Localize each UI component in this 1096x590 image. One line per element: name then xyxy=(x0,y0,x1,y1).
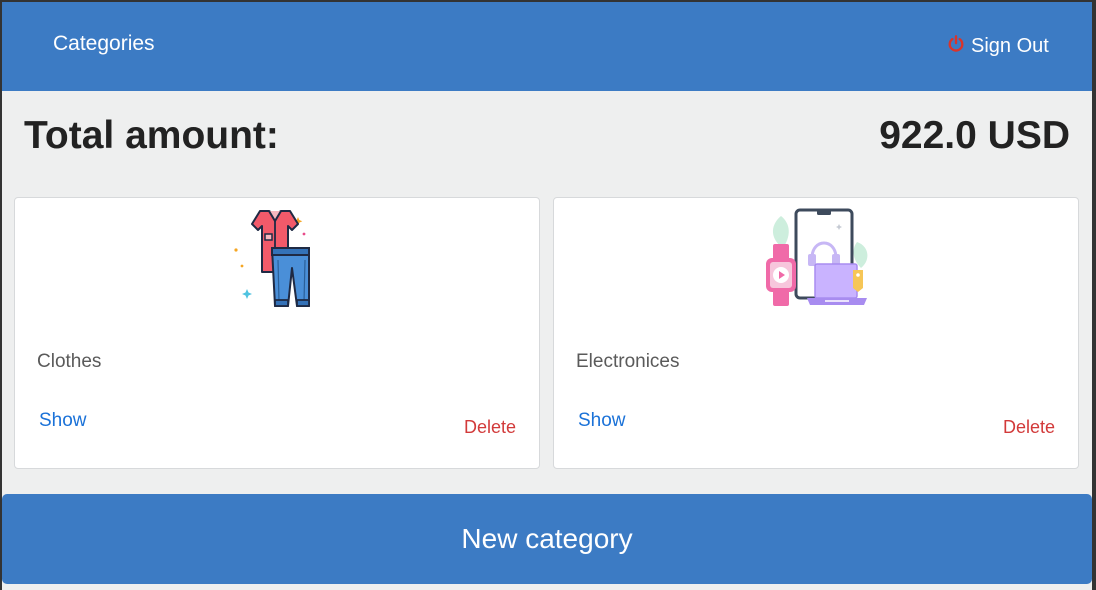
total-amount-row: Total amount: 922.0 USD xyxy=(24,114,1070,164)
power-icon xyxy=(948,34,964,52)
top-navbar: Categories Sign Out xyxy=(2,2,1092,91)
category-name: Clothes xyxy=(37,351,102,372)
clothes-illustration xyxy=(234,210,310,307)
app-frame: Categories Sign Out Total amount: 922.0 … xyxy=(2,2,1092,590)
new-category-label: New category xyxy=(461,523,633,554)
new-category-button[interactable]: New category xyxy=(2,494,1092,584)
category-image xyxy=(554,208,1078,313)
total-amount-value: 922.0 USD xyxy=(879,114,1070,157)
category-name: Electronices xyxy=(576,351,680,372)
electronics-illustration xyxy=(766,208,868,306)
show-link[interactable]: Show xyxy=(39,410,87,432)
sign-out-label: Sign Out xyxy=(971,35,1049,57)
sign-out-link[interactable]: Sign Out xyxy=(947,34,1049,58)
category-image xyxy=(15,208,539,313)
delete-link[interactable]: Delete xyxy=(1003,417,1055,438)
delete-link[interactable]: Delete xyxy=(464,417,516,438)
category-card: Clothes Show Delete xyxy=(14,197,540,469)
total-amount-label: Total amount: xyxy=(24,114,279,157)
category-card: Electronices Show Delete xyxy=(553,197,1079,469)
navbar-title[interactable]: Categories xyxy=(53,32,155,56)
show-link[interactable]: Show xyxy=(578,410,626,432)
